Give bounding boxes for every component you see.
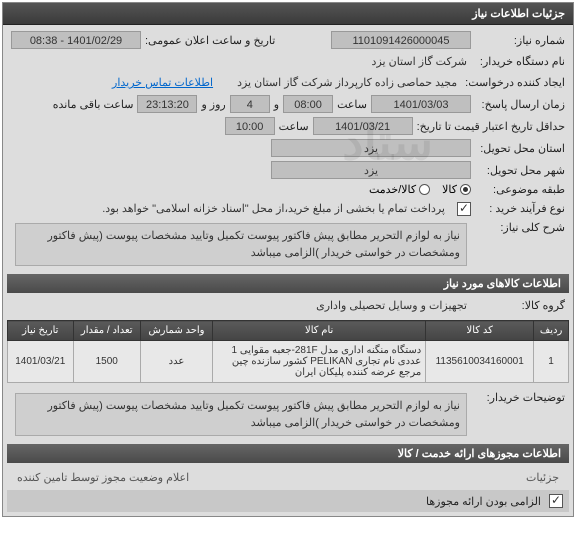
and-label: و — [274, 98, 279, 111]
city-label: شهر محل تحویل: — [475, 164, 565, 177]
city-value: یزد — [271, 161, 471, 179]
goods-group-label: گروه کالا: — [475, 299, 565, 312]
need-no-label: شماره نیاز: — [475, 34, 565, 47]
need-info-header: جزئیات اطلاعات نیاز — [3, 3, 573, 25]
cell-row: 1 — [534, 341, 569, 383]
cell-code: 1135610034160001 — [426, 341, 534, 383]
class-goods-radio[interactable]: کالا — [442, 183, 471, 196]
buyer-notes-label: توضیحات خریدار: — [475, 391, 565, 404]
need-desc-text: نیاز به لوازم التحریر مطابق پیش فاکتور پ… — [15, 223, 467, 266]
buyer-contact-link[interactable]: اطلاعات تماس خریدار — [112, 76, 213, 89]
radio-icon — [419, 184, 430, 195]
requester-value: مجید حماصی زاده کارپرداز شرکت گاز استان … — [233, 74, 461, 91]
reply-date: 1401/03/03 — [371, 95, 471, 113]
cell-date: 1401/03/21 — [8, 341, 74, 383]
buyer-org-value: شرکت گاز استان یزد — [368, 53, 471, 70]
col-row: ردیف — [534, 321, 569, 341]
col-qty: تعداد / مقدار — [73, 321, 140, 341]
credit-time: 10:00 — [225, 117, 275, 135]
province-label: استان محل تحویل: — [475, 142, 565, 155]
reply-deadline-label: زمان ارسال پاسخ: — [475, 98, 565, 111]
table-row[interactable]: 1 1135610034160001 دستگاه منگنه اداری مد… — [8, 341, 569, 383]
purchase-type-label: نوع فرآیند خرید : — [475, 202, 565, 215]
goods-table: ردیف کد کالا نام کالا واحد شمارش تعداد /… — [7, 320, 569, 383]
class-service-radio[interactable]: کالا/خدمت — [369, 183, 430, 196]
permit-required-checkbox[interactable] — [549, 494, 563, 508]
purchase-type-checkbox[interactable] — [457, 202, 471, 216]
time-label-2: ساعت — [279, 120, 309, 133]
class-radio-group: کالا کالا/خدمت — [369, 183, 471, 196]
remaining-time: 23:13:20 — [137, 95, 197, 113]
days-value: 4 — [230, 95, 270, 113]
buyer-org-label: نام دستگاه خریدار: — [475, 55, 565, 68]
need-desc-label: شرح کلی نیاز: — [475, 221, 565, 234]
province-value: یزد — [271, 139, 471, 157]
class-label: طبقه موضوعی: — [475, 183, 565, 196]
reply-time: 08:00 — [283, 95, 333, 113]
days-unit: روز و — [201, 98, 225, 111]
footer-left: جزئیات — [522, 469, 563, 486]
time-label-1: ساعت — [337, 98, 367, 111]
goods-header: اطلاعات کالاهای مورد نیاز — [7, 274, 569, 293]
radio-icon — [460, 184, 471, 195]
announce-label: تاریخ و ساعت اعلان عمومی: — [145, 34, 275, 47]
goods-group-value: تجهیزات و وسایل تحصیلی واداری — [312, 297, 471, 314]
cell-qty: 1500 — [73, 341, 140, 383]
purchase-type-note: پرداخت تمام یا بخشی از مبلغ خرید،از محل … — [11, 200, 449, 217]
class-service-label: کالا/خدمت — [369, 183, 416, 196]
class-goods-label: کالا — [442, 183, 457, 196]
permits-header: اطلاعات مجوزهای ارائه خدمت / کالا — [7, 444, 569, 463]
remaining-label: ساعت باقی مانده — [53, 98, 134, 111]
requester-label: ایجاد کننده درخواست: — [465, 76, 565, 89]
need-info-panel: جزئیات اطلاعات نیاز ستاد شماره نیاز: 110… — [2, 2, 574, 517]
footer-right: اعلام وضعیت مجوز توسط تامین کننده — [13, 469, 193, 486]
cell-unit: عدد — [140, 341, 212, 383]
credit-date: 1401/03/21 — [313, 117, 413, 135]
announce-value: 1401/02/29 - 08:38 — [11, 31, 141, 49]
buyer-notes-text: نیاز به لوازم التحریر مطابق پیش فاکتور پ… — [15, 393, 467, 436]
col-name: نام کالا — [213, 321, 426, 341]
need-no-value: 1101091426000045 — [331, 31, 471, 49]
permit-required-label: الزامی بودن ارائه مجوزها — [426, 495, 541, 508]
col-date: تاریخ نیاز — [8, 321, 74, 341]
credit-hist-label: حداقل تاریخ اعتبار قیمت تا تاریخ: — [417, 120, 565, 133]
col-code: کد کالا — [426, 321, 534, 341]
cell-name: دستگاه منگنه اداری مدل 281F-جعبه مقوایی … — [213, 341, 426, 383]
col-unit: واحد شمارش — [140, 321, 212, 341]
